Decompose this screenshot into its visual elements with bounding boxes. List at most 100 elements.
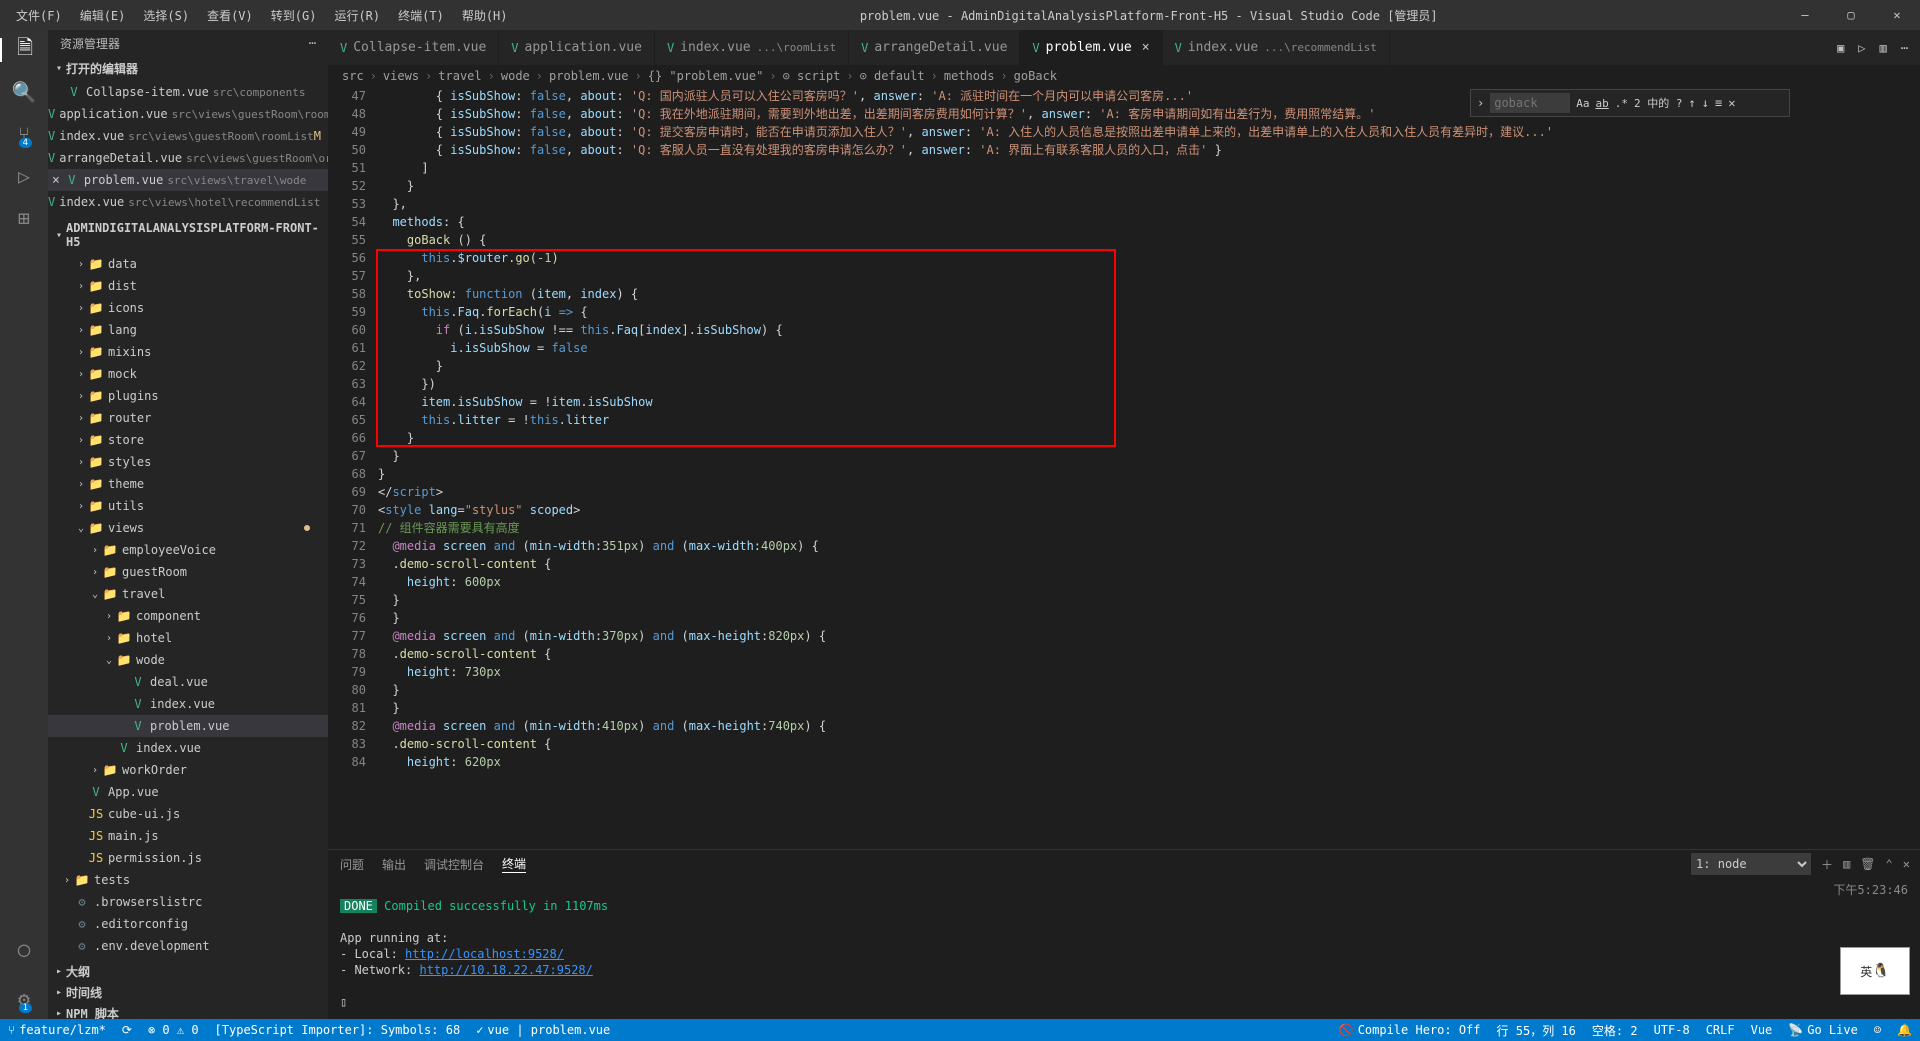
breadcrumb[interactable]: src›views›travel›wode›problem.vue›{} "pr… [328,65,1920,87]
tree-item[interactable]: ›📁router [48,407,328,429]
tree-item[interactable]: ›📁utils [48,495,328,517]
tree-item[interactable]: ⚙.env.development [48,935,328,957]
split-editor-icon[interactable]: ▥ [1880,41,1887,55]
code-editor[interactable]: › Aaab.* 2 中的 ? ↑ ↓ ≡ ✕ 4748495051525354… [328,87,1920,849]
tree-item[interactable]: ›📁hotel [48,627,328,649]
editor-tab[interactable]: Vapplication.vue [499,30,655,65]
tree-item[interactable]: JSmain.js [48,825,328,847]
code-content[interactable]: { isSubShow: false, about: 'Q: 国内派驻人员可以入… [378,87,1800,771]
status-feedback-icon[interactable]: ☺ [1866,1022,1889,1039]
toggle-panel-icon[interactable]: ▣ [1837,41,1844,55]
open-editor-item[interactable]: VarrangeDetail.vuesrc\views\guestRoom\or… [48,147,328,169]
run-icon[interactable]: ▷ [1858,41,1865,55]
breadcrumb-item[interactable]: goBack [1014,69,1057,83]
tree-item[interactable]: Vdeal.vue [48,671,328,693]
more-icon[interactable]: ⋯ [309,36,316,50]
ime-indicator[interactable]: 英 🐧 [1840,947,1910,995]
tree-item[interactable]: Vindex.vue [48,737,328,759]
search-icon[interactable]: 🔍 [12,80,36,104]
status-encoding[interactable]: UTF-8 [1646,1022,1698,1039]
breadcrumb-item[interactable]: src [342,69,364,83]
editor-tab[interactable]: Vindex.vue...\roomList [655,30,849,65]
panel-up-icon[interactable]: ⌃ [1886,857,1893,871]
tree-item[interactable]: ›📁guestRoom [48,561,328,583]
editor-tab[interactable]: VarrangeDetail.vue [849,30,1020,65]
status-ts-importer[interactable]: [TypeScript Importer]: Symbols: 68 [207,1023,469,1037]
extensions-icon[interactable]: ⊞ [12,206,36,230]
source-control-icon[interactable]: ⑂ [12,122,36,146]
menu-item[interactable]: 运行(R) [326,3,388,28]
tree-item[interactable]: ›📁workOrder [48,759,328,781]
status-cursor-pos[interactable]: 行 55，列 16 [1489,1022,1584,1039]
panel-close-icon[interactable]: ✕ [1903,857,1910,871]
tree-item[interactable]: VApp.vue [48,781,328,803]
timeline-header[interactable]: ▸时间线 [48,982,328,1003]
panel-tab-debug[interactable]: 调试控制台 [424,856,484,873]
status-bell-icon[interactable]: 🔔 [1889,1022,1920,1039]
tree-item[interactable]: ›📁icons [48,297,328,319]
maximize-icon[interactable]: ▢ [1828,0,1874,30]
panel-tab-output[interactable]: 输出 [382,856,406,873]
breadcrumb-item[interactable]: views [383,69,419,83]
tree-item[interactable]: ›📁theme [48,473,328,495]
npm-header[interactable]: ▸NPM 脚本 [48,1003,328,1019]
open-editor-item[interactable]: Vapplication.vuesrc\views\guestRoom\room… [48,103,328,125]
close-icon[interactable]: ✕ [1874,0,1920,30]
open-editor-item[interactable]: VCollapse-item.vuesrc\components [48,81,328,103]
status-vue[interactable]: ✓ vue | problem.vue [468,1023,618,1037]
tree-item[interactable]: ⌄📁travel [48,583,328,605]
editor-tab[interactable]: Vindex.vue...\recommendList [1163,30,1390,65]
tree-item[interactable]: ›📁data [48,253,328,275]
status-problems[interactable]: ⊗ 0 ⚠ 0 [140,1023,207,1037]
tree-item[interactable]: ›📁mock [48,363,328,385]
account-icon[interactable]: ◯ [12,937,36,961]
tree-item[interactable]: ›📁lang [48,319,328,341]
project-header[interactable]: ▾ADMINDIGITALANALYSISPLATFORM-FRONT-H5 [48,219,328,251]
menu-item[interactable]: 查看(V) [199,3,261,28]
open-editors-header[interactable]: ▾打开的编辑器 [48,58,328,79]
close-icon[interactable]: × [1142,40,1150,55]
explorer-icon[interactable]: 🗎 [0,38,48,62]
tree-item[interactable]: ⌄📁views [48,517,328,539]
terminal-output[interactable]: 下午5:23:46 DONE Compiled successfully in … [328,878,1920,1019]
breadcrumb-item[interactable]: {} "problem.vue" [648,69,764,83]
tree-item[interactable]: JSpermission.js [48,847,328,869]
breadcrumb-item[interactable]: wode [501,69,530,83]
status-branch[interactable]: ⑂ feature/lzm* [0,1023,114,1037]
kill-terminal-icon[interactable]: 🗑 [1860,857,1875,871]
more-icon[interactable]: ⋯ [1901,41,1908,55]
terminal-select[interactable]: 1: node [1691,853,1811,875]
breadcrumb-item[interactable]: problem.vue [549,69,628,83]
panel-tab-terminal[interactable]: 终端 [502,855,526,873]
status-language[interactable]: Vue [1743,1022,1781,1039]
tree-item[interactable]: ›📁employeeVoice [48,539,328,561]
status-spaces[interactable]: 空格: 2 [1584,1022,1646,1039]
outline-header[interactable]: ▸大纲 [48,961,328,982]
breadcrumb-item[interactable]: methods [944,69,995,83]
tree-item[interactable]: ›📁plugins [48,385,328,407]
open-editor-item[interactable]: ×Vproblem.vuesrc\views\travel\wode [48,169,328,191]
local-url[interactable]: http://localhost:9528/ [405,947,564,961]
open-editor-item[interactable]: Vindex.vuesrc\views\guestRoom\roomListM [48,125,328,147]
tree-item[interactable]: ›📁component [48,605,328,627]
menu-item[interactable]: 转到(G) [263,3,325,28]
tree-item[interactable]: ⚙.editorconfig [48,913,328,935]
minimize-icon[interactable]: — [1782,0,1828,30]
tree-item[interactable]: JScube-ui.js [48,803,328,825]
status-golive[interactable]: 📡 Go Live [1780,1022,1866,1039]
tree-item[interactable]: ›📁store [48,429,328,451]
menu-item[interactable]: 选择(S) [135,3,197,28]
breadcrumb-item[interactable]: ⊙ default [860,69,925,83]
new-terminal-icon[interactable]: ＋ [1821,856,1833,873]
close-icon[interactable]: × [52,173,60,188]
menu-item[interactable]: 文件(F) [8,3,70,28]
status-compile-hero[interactable]: 🚫 Compile Hero: Off [1331,1022,1489,1039]
network-url[interactable]: http://10.18.22.47:9528/ [419,963,592,977]
status-eol[interactable]: CRLF [1698,1022,1743,1039]
tree-item[interactable]: Vproblem.vue [48,715,328,737]
minimap[interactable] [1806,87,1906,849]
tree-item[interactable]: ›📁styles [48,451,328,473]
split-terminal-icon[interactable]: ▥ [1843,857,1850,871]
menu-item[interactable]: 帮助(H) [454,3,516,28]
run-debug-icon[interactable]: ▷ [12,164,36,188]
